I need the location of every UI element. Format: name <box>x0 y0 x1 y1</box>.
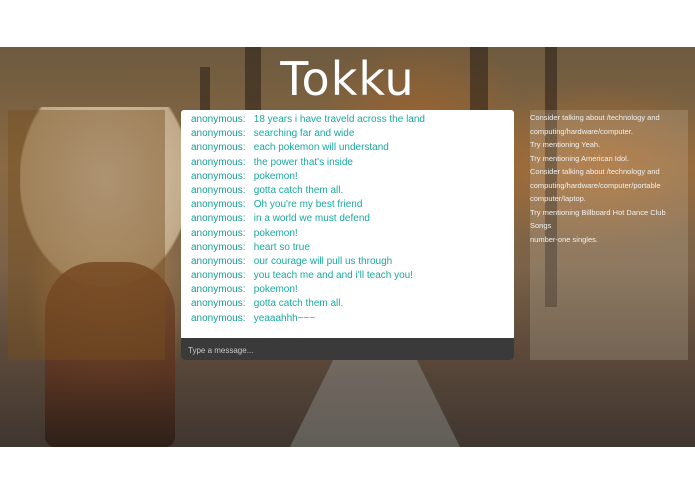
message-text: our courage will pull us through <box>253 255 393 267</box>
chat-message: anonymous: our courage will pull us thro… <box>181 255 514 269</box>
message-username: anonymous: <box>191 270 246 282</box>
suggestion-line: number-one singles. <box>530 234 598 244</box>
message-text: pokemon! <box>253 227 298 239</box>
message-text: each pokemon will understand <box>253 142 389 154</box>
suggestions-panel: Consider talking about /technology and co… <box>530 110 688 360</box>
chat-message: anonymous: pokemon! <box>181 170 514 184</box>
chat-message: anonymous: in a world we must defend <box>181 212 514 226</box>
chat-message: anonymous: 18 years i have traveld acros… <box>181 113 514 127</box>
message-text: yeaaahhh~~~ <box>253 312 316 324</box>
suggestion-line: computing/hardware/computer. <box>530 126 633 136</box>
message-text: pokemon! <box>253 170 298 182</box>
message-text: searching far and wide <box>253 128 355 140</box>
left-overlay-panel <box>8 110 165 360</box>
chat-message: anonymous: heart so true <box>181 241 514 255</box>
message-text: the power that's inside <box>253 156 353 168</box>
chat-message: anonymous: Oh you're my best friend <box>181 198 514 212</box>
message-list[interactable]: anonymous: 18 years i have traveld acros… <box>181 110 514 341</box>
message-username: anonymous: <box>191 170 246 182</box>
message-text: 18 years i have traveld across the land <box>253 114 425 125</box>
suggestion-line: Try mentioning Billboard Hot Dance Club … <box>530 207 666 231</box>
chat-window: anonymous: 18 years i have traveld acros… <box>181 110 514 360</box>
message-username: anonymous: <box>191 156 246 168</box>
chat-message: anonymous: gotta catch them all. <box>181 184 514 198</box>
message-text: pokemon! <box>253 284 298 296</box>
chat-message: anonymous: the power that's inside <box>181 156 514 170</box>
suggestion-line: Try mentioning Yeah. <box>530 140 601 149</box>
suggestion-line: Try mentioning American Idol. <box>530 153 629 163</box>
message-username: anonymous: <box>191 213 246 225</box>
chat-message: anonymous: searching far and wide <box>181 127 514 141</box>
message-username: anonymous: <box>191 255 246 267</box>
message-username: anonymous: <box>191 284 246 296</box>
message-username: anonymous: <box>191 199 246 211</box>
message-input-bar <box>181 338 514 360</box>
message-text: in a world we must defend <box>253 213 370 225</box>
suggestion-line: computing/hardware/computer/portable <box>530 180 661 190</box>
app-title: Tokku <box>280 52 415 106</box>
message-text: gotta catch them all. <box>253 184 344 196</box>
suggestions-list: Consider talking about /technology and co… <box>530 110 688 246</box>
message-username: anonymous: <box>191 241 246 253</box>
message-username: anonymous: <box>191 128 246 140</box>
chat-message: anonymous: pokemon! <box>181 227 514 241</box>
suggestion-line: computer/laptop. <box>530 194 586 203</box>
suggestion-line: Consider talking about /technology and <box>530 167 660 176</box>
chat-message: anonymous: pokemon! <box>181 283 514 297</box>
chat-message: anonymous: gotta catch them all. <box>181 297 514 311</box>
chat-message: anonymous: yeaaahhh~~~ <box>181 312 514 326</box>
message-text: gotta catch them all. <box>253 298 344 310</box>
message-text: heart so true <box>253 241 310 253</box>
message-username: anonymous: <box>191 142 246 154</box>
message-username: anonymous: <box>191 114 246 125</box>
message-username: anonymous: <box>191 298 246 310</box>
message-input[interactable] <box>186 339 510 360</box>
message-username: anonymous: <box>191 184 246 196</box>
suggestion-line: Consider talking about /technology and <box>530 113 660 122</box>
message-username: anonymous: <box>191 227 246 239</box>
message-text: you teach me and and i'll teach you! <box>253 270 414 282</box>
chat-message: anonymous: each pokemon will understand <box>181 141 514 155</box>
chat-message: anonymous: you teach me and and i'll tea… <box>181 269 514 283</box>
message-username: anonymous: <box>191 312 246 324</box>
message-text: Oh you're my best friend <box>253 199 363 211</box>
